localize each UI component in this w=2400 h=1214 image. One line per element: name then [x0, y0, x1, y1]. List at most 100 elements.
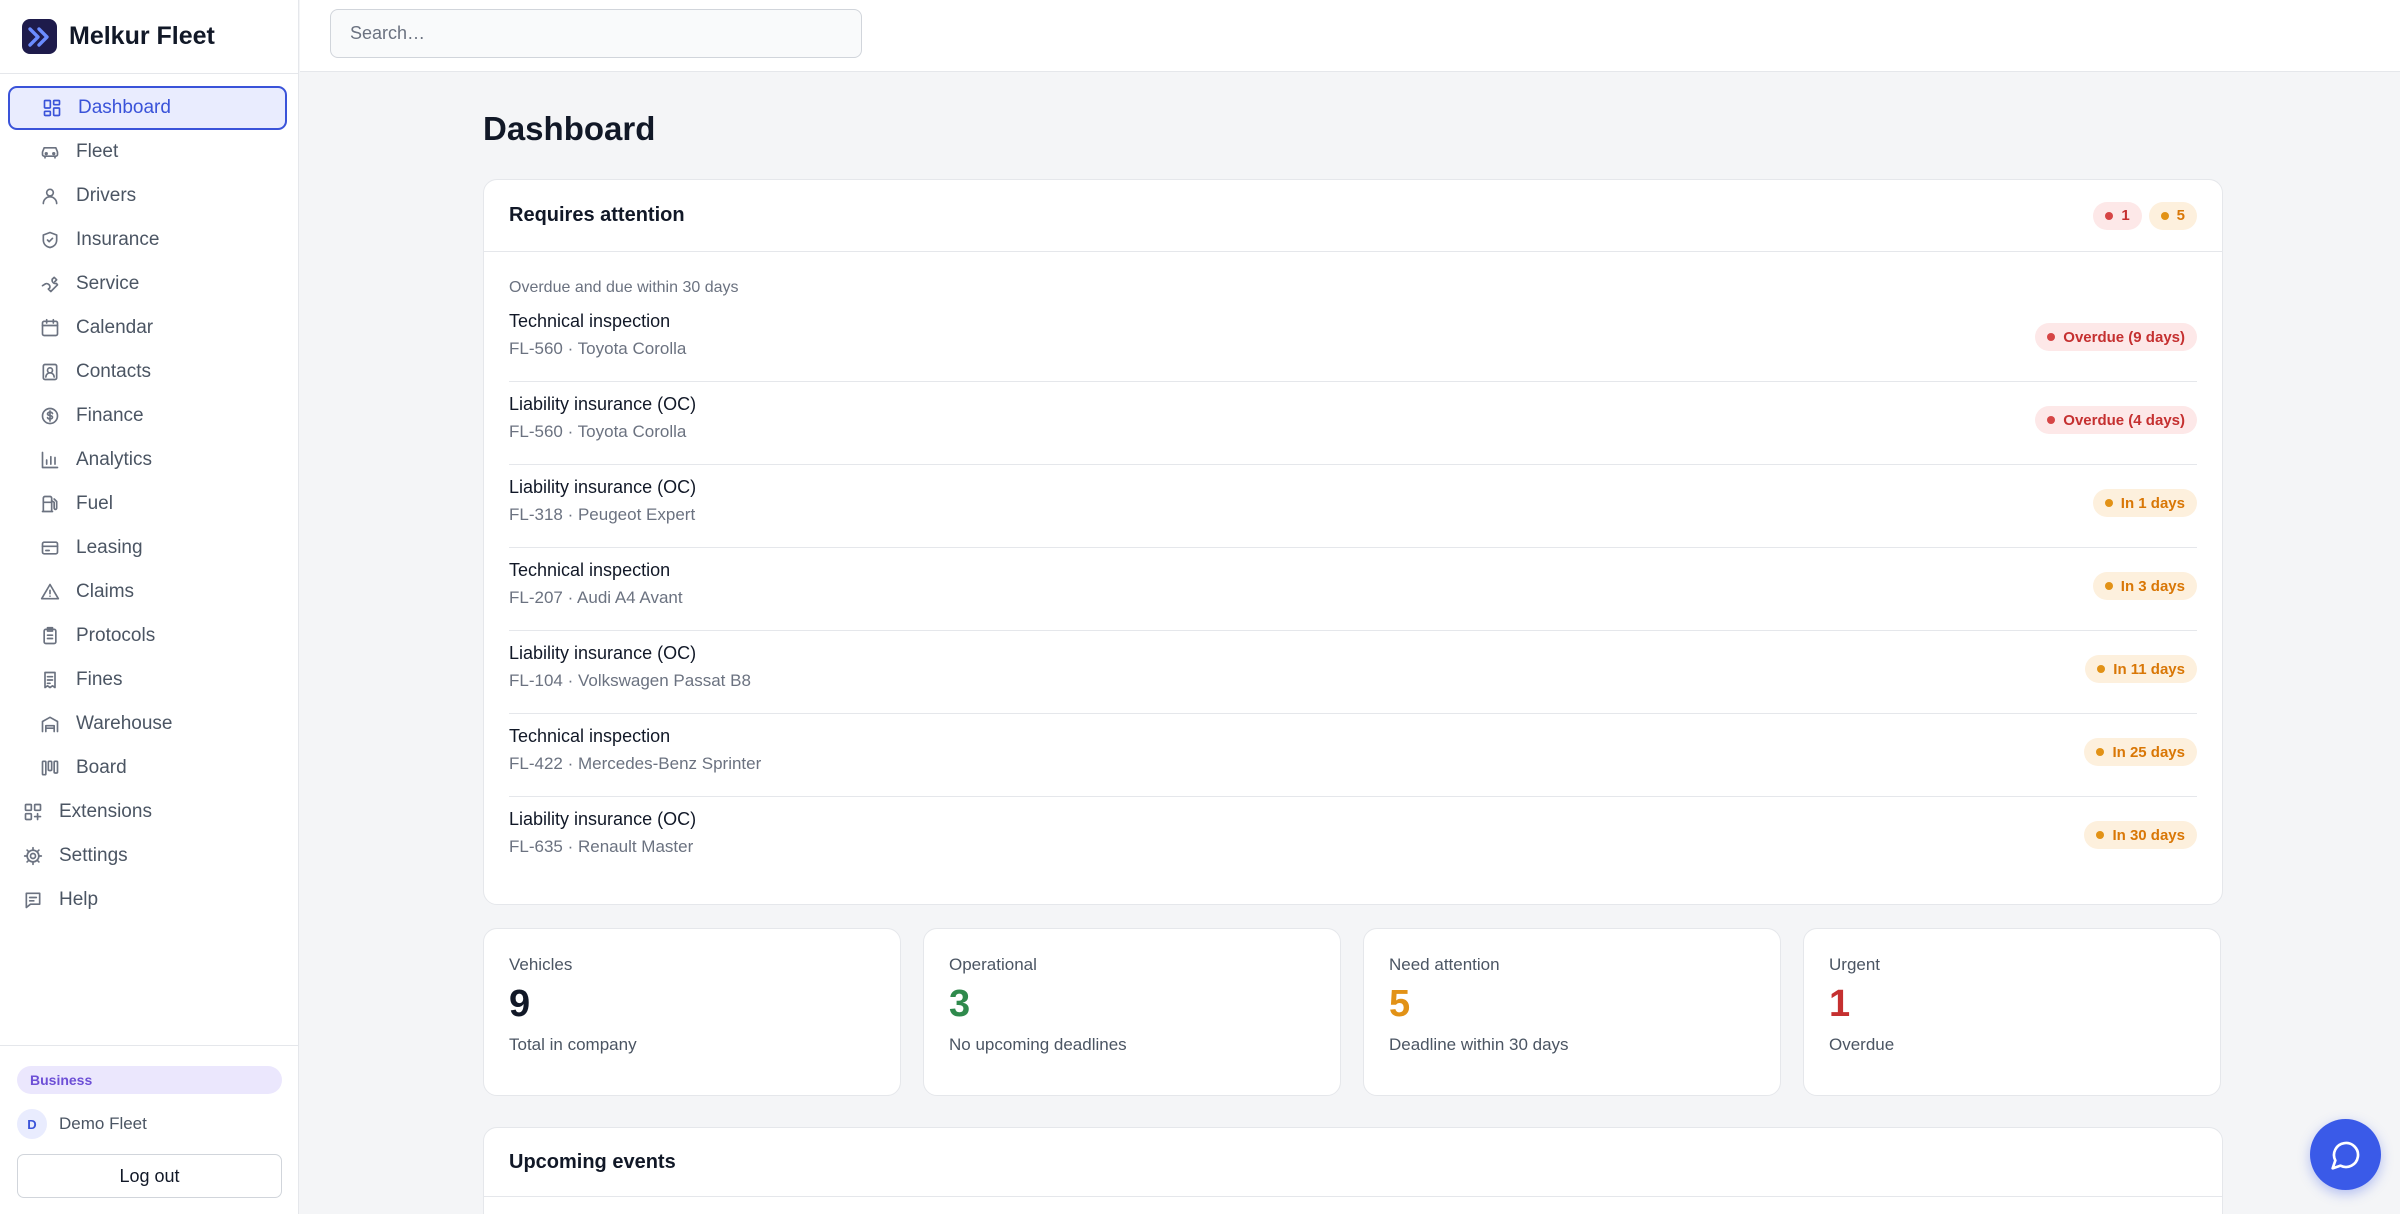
attention-row[interactable]: Technical inspection FL-560 · Toyota Coro… — [509, 299, 2197, 382]
sidebar-item-board[interactable]: Board — [8, 746, 287, 790]
status-badge: In 25 days — [2084, 738, 2197, 766]
sidebar-item-contacts[interactable]: Contacts — [8, 350, 287, 394]
sidebar-item-label: Leasing — [76, 537, 143, 558]
sidebar-item-help[interactable]: Help — [8, 878, 287, 922]
sidebar-item-dashboard[interactable]: Dashboard — [8, 86, 287, 130]
attention-row[interactable]: Liability insurance (OC) FL-104 · Volkswa… — [509, 631, 2197, 714]
sidebar-item-protocols[interactable]: Protocols — [8, 614, 287, 658]
avatar: D — [17, 1109, 47, 1139]
sidebar-item-label: Board — [76, 757, 127, 778]
sidebar-item-leasing[interactable]: Leasing — [8, 526, 287, 570]
deadline-title: Liability insurance (OC) — [509, 394, 697, 414]
page-title: Dashboard — [483, 110, 656, 147]
status-text: In 3 days — [2120, 577, 2185, 595]
sidebar-item-label: Insurance — [76, 229, 160, 250]
status-dot-icon — [2160, 211, 2169, 220]
sidebar-item-fines[interactable]: Fines — [8, 658, 287, 702]
vehicle-label: FL-422 · Mercedes-Benz Sprinter — [509, 754, 762, 773]
attention-row[interactable]: Liability insurance (OC) FL-635 · Renault… — [509, 797, 2197, 880]
shield-icon — [40, 230, 60, 250]
sidebar-item-fuel[interactable]: Fuel — [8, 482, 287, 526]
sidebar-item-claims[interactable]: Claims — [8, 570, 287, 614]
upcoming-events-header: Upcoming events — [484, 1128, 2222, 1197]
stat-card-urgent: Urgent 1 Overdue — [1803, 928, 2221, 1096]
stat-label: Need attention — [1389, 955, 1500, 974]
sidebar-item-service[interactable]: Service — [8, 262, 287, 306]
sidebar-item-label: Fines — [76, 669, 123, 690]
sidebar-item-label: Drivers — [76, 185, 137, 206]
attention-title: Requires attention — [509, 204, 685, 226]
fuel-icon — [40, 494, 60, 514]
contact-icon — [40, 362, 60, 382]
sidebar-item-label: Help — [59, 889, 99, 910]
sidebar-item-drivers[interactable]: Drivers — [8, 174, 287, 218]
extensions-icon — [23, 802, 43, 822]
sidebar-item-analytics[interactable]: Analytics — [8, 438, 287, 482]
attention-row[interactable]: Liability insurance (OC) FL-318 · Peugeot… — [509, 465, 2197, 548]
receipt-icon — [40, 670, 60, 690]
logout-button[interactable]: Log out — [17, 1154, 282, 1198]
app-name: Melkur Fleet — [69, 22, 215, 50]
upcoming-count: 5 — [2176, 207, 2185, 224]
deadline-title: Technical inspection — [509, 560, 671, 580]
attention-row[interactable]: Technical inspection FL-422 · Mercedes-Be… — [509, 714, 2197, 797]
sidebar-item-warehouse[interactable]: Warehouse — [8, 702, 287, 746]
sidebar-item-extensions[interactable]: Extensions — [8, 790, 287, 834]
stat-card-operational: Operational 3 No upcoming deadlines — [923, 928, 1341, 1096]
sidebar-item-label: Settings — [59, 845, 128, 866]
stat-description: Overdue — [1829, 1035, 1895, 1054]
status-dot-icon — [2047, 333, 2056, 341]
help-icon — [23, 890, 43, 910]
calendar-icon — [40, 318, 60, 338]
sidebar-item-label: Extensions — [59, 801, 152, 822]
vehicle-label: FL-207 · Audi A4 Avant — [509, 588, 683, 607]
sidebar-item-insurance[interactable]: Insurance — [8, 218, 287, 262]
status-dot-icon — [2104, 582, 2113, 590]
sidebar-item-label: Protocols — [76, 625, 156, 646]
upcoming-count-badge: 5 — [2148, 201, 2197, 230]
brand-logo-icon — [22, 19, 57, 54]
brand[interactable]: Melkur Fleet — [0, 0, 298, 74]
vehicle-label: FL-560 · Toyota Corolla — [509, 422, 687, 441]
sidebar-item-label: Fuel — [76, 493, 113, 514]
chat-button[interactable] — [2310, 1119, 2381, 1190]
sidebar-item-finance[interactable]: Finance — [8, 394, 287, 438]
status-badge: In 11 days — [2085, 655, 2197, 683]
sidebar-nav: Dashboard Fleet Drivers Insurance Service Cal… — [0, 74, 298, 922]
stat-label: Urgent — [1829, 955, 1881, 974]
deadline-title: Technical inspection — [509, 311, 671, 331]
overdue-count: 1 — [2121, 207, 2130, 224]
car-icon — [40, 142, 60, 162]
status-dot-icon — [2096, 748, 2105, 756]
card-icon — [40, 538, 60, 558]
topbar — [300, 0, 2400, 72]
sidebar-item-label: Contacts — [76, 361, 151, 382]
warehouse-icon — [40, 714, 60, 734]
vehicle-label: FL-560 · Toyota Corolla — [509, 339, 687, 358]
status-text: Overdue (9 days) — [2063, 328, 2185, 346]
sidebar-item-settings[interactable]: Settings — [8, 834, 287, 878]
status-text: Overdue (4 days) — [2063, 411, 2185, 429]
status-text: In 1 days — [2120, 494, 2185, 512]
status-text: In 25 days — [2112, 743, 2185, 761]
status-badge: In 1 days — [2092, 489, 2197, 517]
sidebar-item-fleet[interactable]: Fleet — [8, 130, 287, 174]
search-input[interactable] — [330, 9, 862, 58]
sidebar: Melkur Fleet Dashboard Fleet Drivers Insura… — [0, 0, 299, 1214]
status-badge: Overdue (9 days) — [2035, 323, 2197, 351]
sidebar-item-label: Claims — [76, 581, 135, 602]
status-badge: In 30 days — [2084, 821, 2197, 849]
sidebar-item-label: Warehouse — [76, 713, 173, 734]
attention-counts: 1 5 — [2093, 201, 2197, 230]
stat-description: Deadline within 30 days — [1389, 1035, 1569, 1054]
sidebar-item-calendar[interactable]: Calendar — [8, 306, 287, 350]
attention-row[interactable]: Liability insurance (OC) FL-560 · Toyota … — [509, 382, 2197, 465]
sidebar-item-label: Fleet — [76, 141, 119, 162]
vehicle-label: FL-635 · Renault Master — [509, 837, 694, 856]
sidebar-footer: Business D Demo Fleet Log out — [0, 1045, 299, 1214]
attention-subtitle: Overdue and due within 30 days — [509, 279, 739, 296]
upcoming-events-card: Upcoming events — [483, 1127, 2223, 1214]
attention-row[interactable]: Technical inspection FL-207 · Audi A4 Ava… — [509, 548, 2197, 631]
plan-badge: Business — [17, 1066, 282, 1094]
stat-value: 5 — [1389, 983, 1411, 1025]
